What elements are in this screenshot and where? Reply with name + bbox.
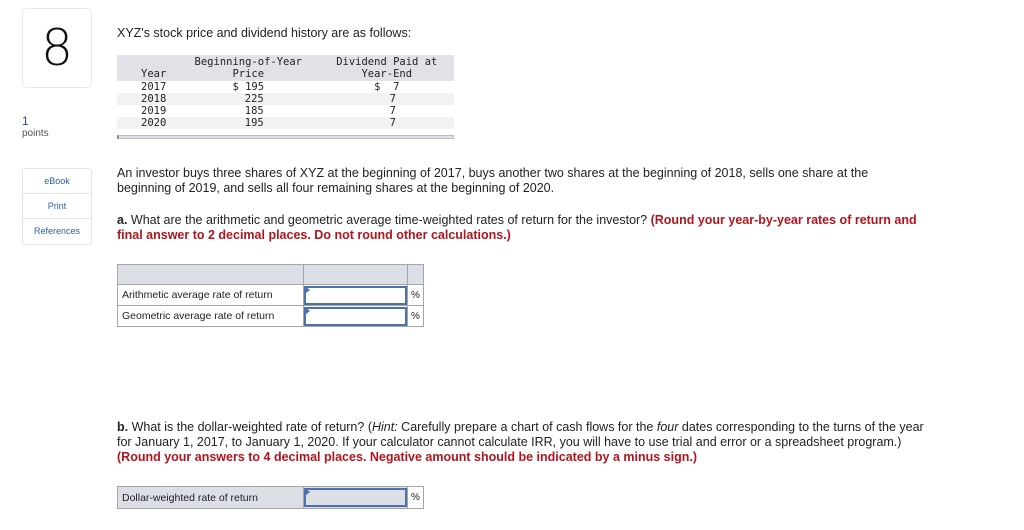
question-number: 8 — [41, 19, 73, 77]
price-cell: 225 — [177, 93, 320, 105]
header-price: Beginning-of-Year Price — [177, 55, 320, 81]
print-link[interactable]: Print — [23, 194, 91, 219]
answer-row-dollar-weighted: Dollar-weighted rate of return % — [117, 486, 424, 509]
price-cell: $ 195 — [232, 81, 265, 93]
table-header-row: Year Beginning-of-Year Price Dividend Pai… — [117, 55, 454, 81]
dividend-cell: 7 — [319, 93, 454, 105]
year-cell: 2018 — [117, 93, 177, 105]
year-cell: 2020 — [117, 117, 177, 129]
dollar-weighted-input[interactable] — [304, 488, 407, 507]
input-flag-icon — [306, 308, 310, 314]
price-cell: 195 — [177, 117, 320, 129]
dividend-cell: 7 — [319, 117, 454, 129]
table-row: 2019 185 7 — [117, 105, 454, 117]
percent-unit: % — [407, 305, 424, 327]
header-year: Year — [117, 55, 177, 81]
table-row: 2017 $ 195 $ 7 — [117, 81, 454, 93]
part-b-instruction: (Round your answers to 4 decimal places.… — [117, 450, 697, 464]
points-value: 1 — [22, 114, 29, 128]
question-number-box: 8 — [22, 8, 92, 88]
percent-unit: % — [407, 486, 424, 509]
points-label: points — [22, 128, 49, 139]
percent-unit: % — [407, 284, 424, 306]
dividend-cell: $ 7 — [374, 81, 400, 93]
stock-data-table-wrapper: Year Beginning-of-Year Price Dividend Pai… — [117, 55, 454, 139]
references-link[interactable]: References — [23, 219, 91, 244]
input-flag-icon — [306, 287, 310, 293]
year-cell: 2019 — [141, 105, 167, 117]
part-b-question: b. What is the dollar-weighted rate of r… — [117, 420, 924, 464]
table-row: 2020 195 7 — [117, 117, 454, 129]
input-flag-icon — [306, 489, 310, 495]
horizontal-scrollbar[interactable] — [117, 135, 454, 139]
stock-data-table: Year Beginning-of-Year Price Dividend Pai… — [117, 55, 454, 129]
part-a-question: a. What are the arithmetic and geometric… — [117, 213, 917, 242]
part-a-answer-table: Arithmetic average rate of return % Geom… — [117, 264, 424, 327]
scenario-text: An investor buys three shares of XYZ at … — [117, 166, 869, 195]
arithmetic-label: Arithmetic average rate of return — [117, 284, 304, 306]
year-cell: 2017 — [141, 81, 167, 93]
resource-links: eBook Print References — [22, 168, 92, 245]
geometric-average-input[interactable] — [304, 306, 407, 326]
dividend-cell: 7 — [389, 105, 396, 117]
answer-row-arithmetic: Arithmetic average rate of return % — [117, 284, 424, 306]
intro-text: XYZ's stock price and dividend history a… — [117, 26, 412, 40]
answer-row-geometric: Geometric average rate of return % — [117, 305, 424, 327]
ebook-link[interactable]: eBook — [23, 169, 91, 194]
price-cell: 185 — [244, 105, 264, 117]
header-dividend: Dividend Paid at Year-End — [319, 55, 454, 81]
geometric-label: Geometric average rate of return — [117, 305, 304, 327]
dollar-weighted-label: Dollar-weighted rate of return — [117, 486, 304, 509]
arithmetic-average-input[interactable] — [304, 285, 407, 305]
part-b-answer-table: Dollar-weighted rate of return % — [117, 486, 424, 509]
answer-table-header — [117, 264, 424, 285]
table-row: 2018 225 7 — [117, 93, 454, 105]
